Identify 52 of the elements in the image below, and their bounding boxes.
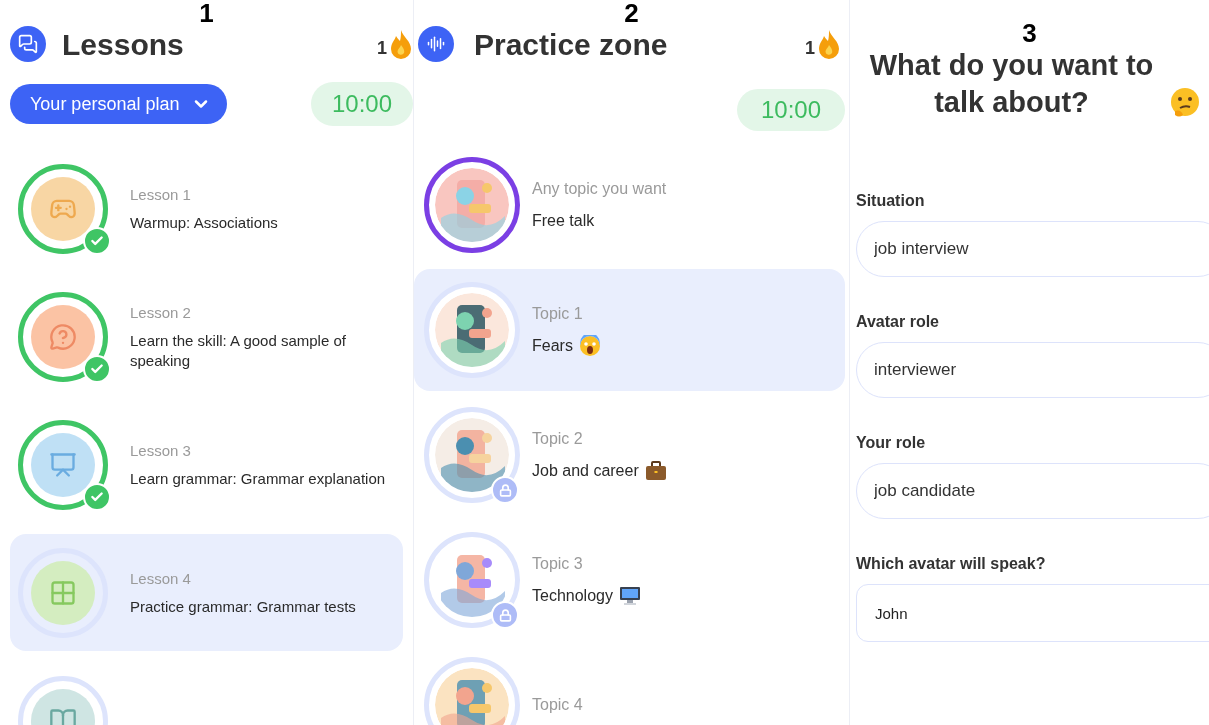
lesson-number: Lesson 4: [130, 569, 192, 590]
page-title: Lessons: [62, 26, 184, 63]
briefcase-icon: [644, 461, 667, 481]
audio-wave-icon: [418, 26, 454, 62]
timer: 10:00: [737, 89, 845, 131]
letter-grid-icon: [49, 578, 77, 607]
topic-label: Topic 1: [532, 304, 584, 324]
field-label: Your role: [856, 433, 927, 453]
flame-icon: [817, 29, 841, 59]
input-field[interactable]: job candidate: [856, 463, 1209, 519]
lesson-number: Lesson 1: [130, 185, 192, 206]
check-badge-icon: [83, 354, 111, 383]
field-label: Which avatar will speak?: [856, 554, 1047, 574]
presentation-icon: [49, 450, 77, 479]
select-field[interactable]: John: [856, 584, 1209, 642]
streak-count: 1: [805, 39, 815, 57]
monitor-icon: [618, 586, 641, 606]
topic-item[interactable]: Topic 1 Fears: [414, 269, 845, 391]
page-title: Practice zone: [474, 26, 668, 63]
lesson-number: Lesson 3: [130, 441, 192, 462]
plan-dropdown[interactable]: Your personal plan: [10, 84, 228, 124]
check-badge-icon: [83, 482, 111, 511]
lesson-title: Learn the skill: A good sample of speaking: [130, 330, 347, 371]
topic-name: Technology: [532, 586, 613, 606]
panel-number: 3: [1022, 20, 1037, 46]
input-field[interactable]: interviewer: [856, 342, 1209, 398]
topic-label: Topic 3: [532, 554, 584, 574]
flame-icon: [389, 29, 413, 59]
screaming-face-icon: [578, 335, 601, 357]
field-label: Situation: [856, 191, 926, 211]
field-label: Avatar role: [856, 312, 940, 332]
lesson-number: Lesson 2: [130, 303, 192, 324]
chat-question-icon: [49, 322, 77, 351]
panel-number: 2: [624, 0, 639, 26]
timer: 10:00: [311, 82, 413, 126]
thinking-face-icon: [1169, 87, 1201, 119]
check-badge-icon: [83, 226, 111, 255]
topic-name: Fears: [532, 336, 573, 356]
topic-name: Job and career: [532, 461, 639, 481]
topic-label: Topic 4: [532, 695, 583, 715]
lesson-title: Learn grammar: Grammar explanation: [130, 468, 386, 489]
input-field[interactable]: job interview: [856, 221, 1209, 277]
streak-count: 1: [377, 39, 387, 57]
lesson-title: Warmup: Associations: [130, 212, 278, 233]
topic-name: Free talk: [532, 211, 595, 231]
topic-label: Any topic you want: [532, 179, 667, 199]
panel-number: 1: [199, 0, 214, 26]
question-title: What do you want to talk about?: [868, 48, 1155, 120]
chat-icon: [10, 26, 46, 62]
lesson-title: Practice grammar: Grammar tests: [130, 596, 356, 617]
topic-label: Topic 2: [532, 429, 584, 449]
lesson-item[interactable]: Lesson 4 Practice grammar: Grammar tests: [10, 534, 403, 651]
